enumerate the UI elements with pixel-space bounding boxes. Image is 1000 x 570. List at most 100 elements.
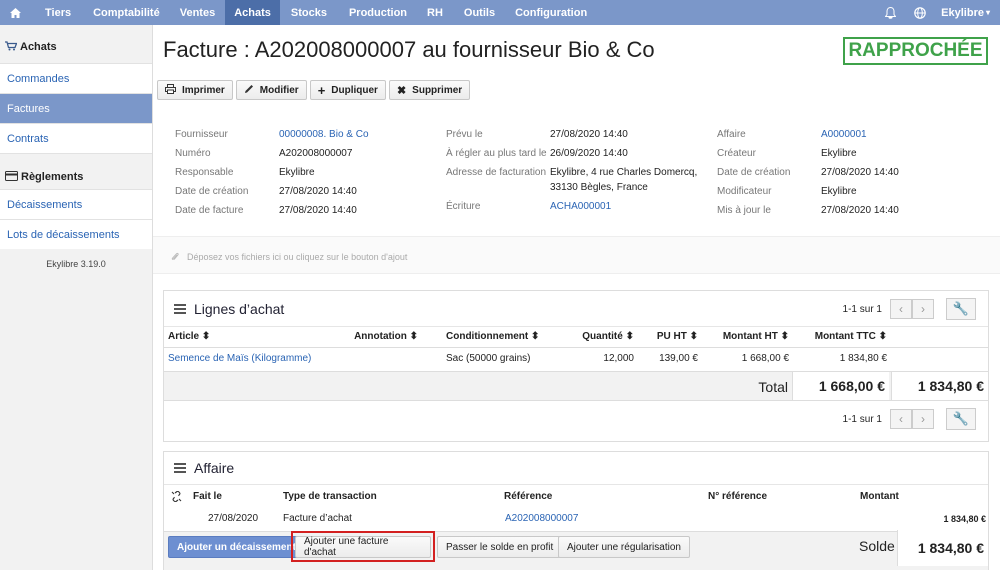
pagination-bottom: 1-1 sur 1 ‹ › 🔧 [843,408,976,430]
cart-icon [5,40,18,54]
nav-comptabilite[interactable]: Comptabilité [81,0,170,25]
column-header: Type de transaction [283,491,377,502]
page-title: Facture : A202008000007 au fournisseur B… [163,37,655,62]
duplicate-button[interactable]: + Dupliquer [309,80,386,100]
prev-page-button[interactable]: ‹ [890,299,912,319]
column-header[interactable]: Conditionnement ⬍ [418,327,582,347]
info-label: Adresse de facturation [446,167,547,178]
nav-production[interactable]: Production [337,0,417,25]
info-label: Date de création [175,186,249,197]
table-row: Semence de Maïs (Kilogramme) Sac (50000 … [164,347,988,369]
amount-ttc-cell: 1 834,80 € [839,352,887,364]
sidebar-item-contrats[interactable]: Contrats [0,123,152,153]
sidebar-separator [0,153,152,163]
app-version: Ekylibre 3.19.0 [46,259,106,269]
user-menu[interactable]: Ekylibre ▾ [935,7,1000,19]
user-name: Ekylibre [941,6,984,19]
next-page-button[interactable]: › [912,299,934,319]
nav-configuration[interactable]: Configuration [505,0,597,25]
duplicate-label: Dupliquer [331,84,378,96]
pagination-top: 1-1 sur 1 ‹ › 🔧 [843,298,976,320]
column-header[interactable]: Quantité ⬍ [582,327,634,347]
reference-link[interactable]: A202008000007 [505,513,578,524]
prev-page-button[interactable]: ‹ [890,409,912,429]
billing-address-line2: 33130 Bègles, France [550,182,648,193]
purchase-lines-table: Article ⬍ Annotation ⬍ Conditionnement ⬍… [164,327,988,369]
column-header[interactable]: Montant TTC ⬍ [789,327,887,347]
affair-link[interactable]: A0000001 [821,129,867,140]
info-value: 27/08/2020 14:40 [550,129,628,140]
print-button[interactable]: Imprimer [157,80,233,100]
add-purchase-invoice-button[interactable]: Ajouter une facture d'achat [295,536,431,558]
column-header[interactable]: Montant HT ⬍ [698,327,789,347]
info-label: Numéro [175,148,211,159]
unit-price-cell: 139,00 € [659,352,698,364]
globe-icon[interactable] [905,6,935,19]
billing-address-line1: Ekylibre, 4 rue Charles Domercq, [550,167,698,178]
sidebar-item-lots-decaissements[interactable]: Lots de décaissements [0,219,152,249]
sidebar-item-decaissements[interactable]: Décaissements [0,189,152,219]
affair-header-row: Fait le Type de transaction Référence N°… [164,488,988,506]
sidebar-section-achats: Achats [0,25,152,55]
column-header: Fait le [193,491,222,502]
nav-outils[interactable]: Outils [453,0,505,25]
next-page-button[interactable]: › [912,409,934,429]
info-column-3: Affaire A0000001 Créateur Ekylibre Date de… [717,129,899,224]
column-header: Montant [860,491,899,502]
delete-label: Supprimer [412,84,463,96]
nav-tiers[interactable]: Tiers [31,0,81,25]
edit-button[interactable]: Modifier [235,80,307,100]
balance-label: Solde [859,538,895,554]
plus-icon: + [317,82,326,98]
pass-balance-profit-button[interactable]: Passer le solde en profit [437,536,563,558]
info-value: 27/08/2020 14:40 [279,186,357,197]
total-ht-value: 1 668,00 € [792,372,889,400]
sidebar-item-factures[interactable]: Factures [0,93,152,123]
date-cell: 27/08/2020 [208,513,259,524]
nav-stocks[interactable]: Stocks [280,0,337,25]
column-header[interactable]: PU HT ⬍ [634,327,698,347]
sidebar-item-commandes[interactable]: Commandes [0,63,152,93]
supplier-link[interactable]: 00000008. Bio & Co [279,129,369,140]
add-disbursement-button[interactable]: Ajouter un décaissement [168,536,305,558]
panel-title: Lignes d’achat [194,300,285,317]
sidebar-section-reglements: Règlements [0,163,152,185]
sidebar-title-achats: Achats [20,41,57,53]
bell-icon[interactable] [875,6,905,19]
wrench-icon[interactable]: 🔧 [946,298,976,320]
home-icon[interactable] [0,0,31,25]
delete-button[interactable]: ✖ Supprimer [388,80,471,100]
file-dropzone[interactable]: Déposez vos fichiers ici ou cliquez sur … [153,236,1000,274]
nav-rh[interactable]: RH [417,0,453,25]
info-value: A202008000007 [279,148,353,159]
unlink-icon[interactable] [171,490,182,505]
wrench-icon[interactable]: 🔧 [946,408,976,430]
info-label: Affaire [717,129,746,140]
info-label: Créateur [717,148,756,159]
close-icon: ✖ [396,84,407,97]
total-ttc-value: 1 834,80 € [891,372,988,400]
info-label: Date de facture [175,205,244,216]
nav-achats[interactable]: Achats [225,0,280,25]
nav-ventes[interactable]: Ventes [170,0,225,25]
info-label: Date de création [717,167,791,178]
card-icon [5,170,18,184]
table-header-row: Article ⬍ Annotation ⬍ Conditionnement ⬍… [164,327,988,347]
info-label: À régler au plus tard le [446,148,547,159]
journal-entry-link[interactable]: ACHA000001 [550,201,611,212]
info-label: Prévu le [446,129,483,140]
info-label: Responsable [175,167,234,178]
annotation-cell [329,347,418,369]
info-value: Ekylibre [821,186,857,197]
action-toolbar: Imprimer Modifier + Dupliquer ✖ Supprime… [157,80,471,100]
balance-value: 1 834,80 € [897,530,988,566]
info-label: Fournisseur [175,129,228,140]
column-header[interactable]: Annotation ⬍ [329,327,418,347]
info-label: Mis à jour le [717,205,771,216]
column-header[interactable]: Article ⬍ [164,327,329,347]
add-regularisation-button[interactable]: Ajouter une régularisation [558,536,690,558]
sidebar-title-reglements: Règlements [21,171,84,183]
article-link[interactable]: Semence de Maïs (Kilogramme) [164,347,329,369]
info-value: 26/09/2020 14:40 [550,148,628,159]
pencil-icon [244,84,254,97]
